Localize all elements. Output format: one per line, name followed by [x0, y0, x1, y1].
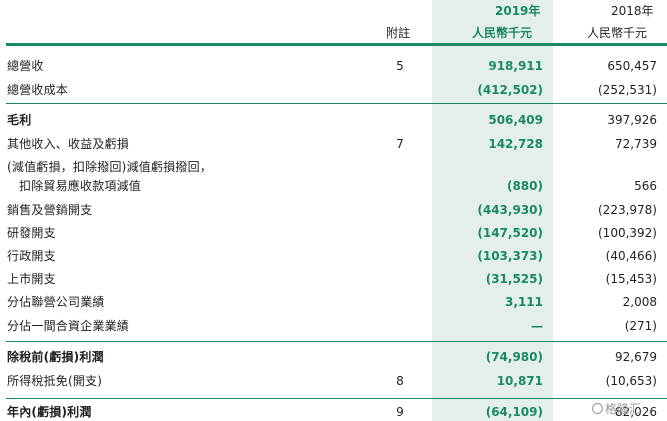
subtotal-rule	[6, 103, 667, 104]
row-value-2018: (15,453)	[605, 272, 657, 286]
row-value-2018: 92,679	[615, 350, 657, 364]
row-value-2018: (271)	[624, 319, 657, 333]
row-value-2019: (443,930)	[477, 203, 543, 217]
row-label: 行政開支	[7, 249, 56, 263]
row-value-2018: (40,466)	[605, 249, 657, 263]
row-label: 研發開支	[7, 226, 56, 240]
row-label: 上市開支	[7, 272, 56, 286]
row-value-2019: 3,111	[505, 295, 543, 309]
row-label: 分佔聯營公司業績	[7, 295, 105, 309]
row-label: 所得稅抵免(開支)	[7, 374, 103, 388]
note-column-header: 附註	[386, 26, 411, 40]
row-label: 分佔一間合資企業業績	[7, 319, 130, 333]
row-label: 毛利	[7, 113, 32, 127]
row-value-2018: 2,008	[622, 295, 657, 309]
row-value-2018: 397,926	[607, 113, 657, 127]
row-value-2019: (147,520)	[477, 226, 543, 240]
row-value-2018: (100,392)	[598, 226, 657, 240]
row-value-2018: (10,653)	[605, 374, 657, 388]
watermark: 格隆汇	[592, 402, 641, 416]
year-2019-header: 2019年	[495, 4, 541, 18]
row-note: 5	[396, 59, 404, 73]
row-value-2019: 918,911	[488, 59, 543, 73]
row-label: 銷售及營銷開支	[7, 203, 93, 217]
row-note: 8	[396, 374, 404, 388]
row-value-2018: (223,978)	[598, 203, 657, 217]
header-rule	[6, 43, 667, 46]
unit-2018-header: 人民幣千元	[587, 26, 648, 40]
row-label: (減值虧損，扣除撥回)減值虧損撥回，	[7, 160, 212, 174]
row-note: 7	[396, 137, 404, 151]
row-value-2019: (64,109)	[485, 405, 543, 419]
row-value-2019: 10,871	[496, 374, 543, 388]
row-value-2019: (412,502)	[477, 83, 543, 97]
row-value-2018: 650,457	[607, 59, 657, 73]
income-statement: 2019年 2018年 附註 人民幣千元 人民幣千元 總營收 5 918,911…	[0, 0, 667, 421]
row-value-2019: —	[531, 319, 543, 333]
row-label: 除稅前(虧損)利潤	[7, 350, 104, 364]
watermark-logo-icon	[592, 403, 603, 414]
row-value-2019: 142,728	[488, 137, 543, 151]
row-value-2019: (31,525)	[485, 272, 543, 286]
subtotal-rule	[6, 341, 667, 342]
row-label: 總營收成本	[7, 83, 69, 97]
row-label: 其他收入、收益及虧損	[7, 137, 130, 151]
row-note: 9	[396, 405, 404, 419]
row-label: 扣除貿易應收款項減值	[19, 179, 142, 193]
row-value-2019: (880)	[506, 179, 543, 193]
row-label: 總營收	[7, 59, 44, 73]
row-value-2019: 506,409	[488, 113, 543, 127]
subtotal-rule	[6, 398, 667, 399]
watermark-text: 格隆汇	[605, 402, 642, 416]
row-label: 年內(虧損)利潤	[7, 405, 92, 419]
row-value-2019: (74,980)	[485, 350, 543, 364]
row-value-2019: (103,373)	[477, 249, 543, 263]
unit-2019-header: 人民幣千元	[472, 26, 533, 40]
row-value-2018: (252,531)	[598, 83, 657, 97]
year-2018-header: 2018年	[611, 4, 654, 18]
row-value-2018: 72,739	[615, 137, 657, 151]
row-value-2018: 566	[634, 179, 657, 193]
